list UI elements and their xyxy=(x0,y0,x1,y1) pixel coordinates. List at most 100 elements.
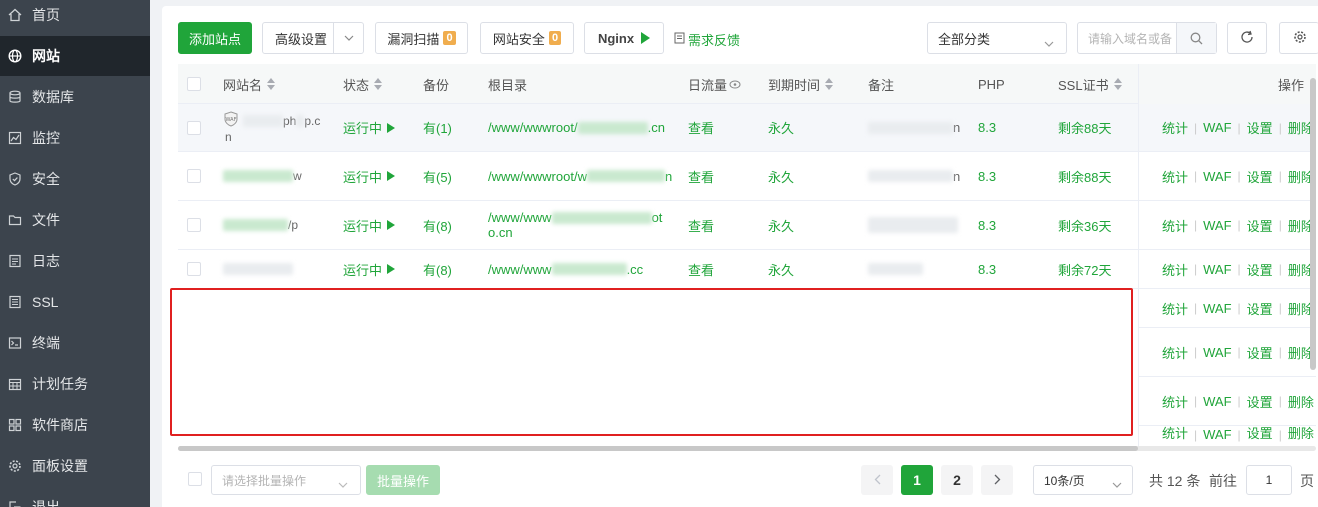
waf-link[interactable]: WAF xyxy=(1203,394,1231,409)
refresh-button[interactable] xyxy=(1227,22,1267,54)
settings-link[interactable]: 设置 xyxy=(1247,343,1273,362)
status-running[interactable]: 运行中 xyxy=(343,152,396,200)
ssl-days[interactable]: 剩余88天 xyxy=(1058,104,1111,151)
advanced-settings-dropdown[interactable]: 高级设置 xyxy=(262,22,364,54)
column-ssl[interactable]: SSL证书 xyxy=(1058,64,1122,104)
column-expire[interactable]: 到期时间 xyxy=(768,64,834,104)
ssl-days[interactable]: 剩余36天 xyxy=(1058,201,1111,249)
root-dir[interactable]: /www/wwwroot/.cn xyxy=(488,104,665,151)
stats-link[interactable]: 统计 xyxy=(1162,260,1188,279)
page-2-button[interactable]: 2 xyxy=(941,465,973,495)
row-checkbox[interactable] xyxy=(187,201,201,249)
status-running[interactable]: 运行中 xyxy=(343,104,396,151)
php-version[interactable]: 8.3 xyxy=(978,152,996,200)
sidebar-item-terminal[interactable]: 终端 xyxy=(0,323,150,363)
settings-link[interactable]: 设置 xyxy=(1247,216,1273,235)
category-select[interactable]: 全部分类 xyxy=(927,22,1067,54)
page-1-button[interactable]: 1 xyxy=(901,465,933,495)
sidebar-item-settings[interactable]: 面板设置 xyxy=(0,446,150,486)
waf-link[interactable]: WAF xyxy=(1203,345,1231,360)
remark[interactable] xyxy=(868,201,958,249)
sidebar-item-cron[interactable]: 计划任务 xyxy=(0,364,150,404)
remark[interactable]: n xyxy=(868,152,960,200)
settings-link[interactable]: 设置 xyxy=(1247,118,1273,137)
root-dir[interactable]: /www/wwwroot/w n xyxy=(488,152,672,200)
sidebar-item-files[interactable]: 文件 xyxy=(0,200,150,240)
traffic-view-link[interactable]: 查看 xyxy=(688,152,714,200)
select-all-checkbox[interactable] xyxy=(187,64,201,104)
waf-link[interactable]: WAF xyxy=(1203,169,1231,184)
php-version[interactable]: 8.3 xyxy=(978,250,996,288)
backup-count[interactable]: 有(1) xyxy=(423,104,452,151)
prev-page-button[interactable] xyxy=(861,465,893,495)
traffic-view-link[interactable]: 查看 xyxy=(688,250,714,288)
settings-link[interactable]: 设置 xyxy=(1247,167,1273,186)
traffic-view-link[interactable]: 查看 xyxy=(688,104,714,151)
sidebar-item-logout[interactable]: 退出 xyxy=(0,487,150,507)
vuln-scan-button[interactable]: 漏洞扫描 0 xyxy=(375,22,468,54)
sidebar-item-logs[interactable]: 日志 xyxy=(0,241,150,281)
status-running[interactable]: 运行中 xyxy=(343,201,396,249)
ssl-days[interactable]: 剩余72天 xyxy=(1058,250,1111,288)
nginx-button[interactable]: Nginx xyxy=(584,22,664,54)
php-version[interactable]: 8.3 xyxy=(978,104,996,151)
backup-count[interactable]: 有(8) xyxy=(423,250,452,288)
php-version[interactable]: 8.3 xyxy=(978,201,996,249)
sidebar-item-monitor[interactable]: 监控 xyxy=(0,118,150,158)
row-checkbox[interactable] xyxy=(187,250,201,288)
stats-link[interactable]: 统计 xyxy=(1162,167,1188,186)
status-running[interactable]: 运行中 xyxy=(343,250,396,288)
search-input[interactable]: 请输入域名或备 xyxy=(1077,22,1217,54)
delete-link[interactable]: 删除 xyxy=(1288,392,1314,411)
waf-link[interactable]: WAF xyxy=(1203,120,1231,135)
remark[interactable]: n xyxy=(868,104,960,151)
row-checkbox[interactable] xyxy=(187,152,201,200)
table-settings-button[interactable] xyxy=(1279,22,1318,54)
vertical-scrollbar[interactable] xyxy=(1310,78,1316,370)
goto-page-input[interactable]: 1 xyxy=(1246,465,1292,495)
horizontal-scrollbar[interactable] xyxy=(178,446,1316,451)
site-name[interactable]: w xyxy=(223,152,302,200)
expire-date[interactable]: 永久 xyxy=(768,250,794,288)
row-checkbox[interactable] xyxy=(187,104,201,151)
waf-link[interactable]: WAF xyxy=(1203,218,1231,233)
traffic-view-link[interactable]: 查看 xyxy=(688,201,714,249)
site-name[interactable]: /p xyxy=(223,201,298,249)
settings-link[interactable]: 设置 xyxy=(1247,299,1273,318)
remark[interactable] xyxy=(868,250,923,288)
root-dir[interactable]: /www/www .cc xyxy=(488,250,643,288)
batch-operation-select[interactable]: 请选择批量操作 xyxy=(211,465,361,495)
waf-link[interactable]: WAF xyxy=(1203,301,1231,316)
expire-date[interactable]: 永久 xyxy=(768,152,794,200)
delete-link[interactable]: 删除 xyxy=(1288,426,1314,442)
stats-link[interactable]: 统计 xyxy=(1162,426,1188,442)
page-size-select[interactable]: 10条/页 xyxy=(1033,465,1133,495)
column-status[interactable]: 状态 xyxy=(343,64,383,104)
feedback-link[interactable]: 需求反馈 xyxy=(674,30,740,49)
stats-link[interactable]: 统计 xyxy=(1162,392,1188,411)
add-site-button[interactable]: 添加站点 xyxy=(178,22,252,54)
settings-link[interactable]: 设置 xyxy=(1247,260,1273,279)
sidebar-item-websites[interactable]: 网站 xyxy=(0,36,150,76)
waf-link[interactable]: WAF xyxy=(1203,262,1231,277)
stats-link[interactable]: 统计 xyxy=(1162,118,1188,137)
settings-link[interactable]: 设置 xyxy=(1247,426,1273,442)
backup-count[interactable]: 有(8) xyxy=(423,201,452,249)
sidebar-item-security[interactable]: 安全 xyxy=(0,159,150,199)
settings-link[interactable]: 设置 xyxy=(1247,392,1273,411)
stats-link[interactable]: 统计 xyxy=(1162,216,1188,235)
site-name[interactable]: WAF ph p.c n xyxy=(223,104,333,151)
batch-operation-button[interactable]: 批量操作 xyxy=(366,465,440,495)
site-name[interactable] xyxy=(223,250,293,288)
next-page-button[interactable] xyxy=(981,465,1013,495)
expire-date[interactable]: 永久 xyxy=(768,104,794,151)
stats-link[interactable]: 统计 xyxy=(1162,299,1188,318)
sidebar-item-store[interactable]: 软件商店 xyxy=(0,405,150,445)
sidebar-item-home[interactable]: 首页 xyxy=(0,0,150,35)
stats-link[interactable]: 统计 xyxy=(1162,343,1188,362)
expire-date[interactable]: 永久 xyxy=(768,201,794,249)
site-security-button[interactable]: 网站安全 0 xyxy=(480,22,574,54)
sidebar-item-database[interactable]: 数据库 xyxy=(0,77,150,117)
column-name[interactable]: 网站名 xyxy=(223,64,276,104)
search-icon[interactable] xyxy=(1176,23,1216,53)
